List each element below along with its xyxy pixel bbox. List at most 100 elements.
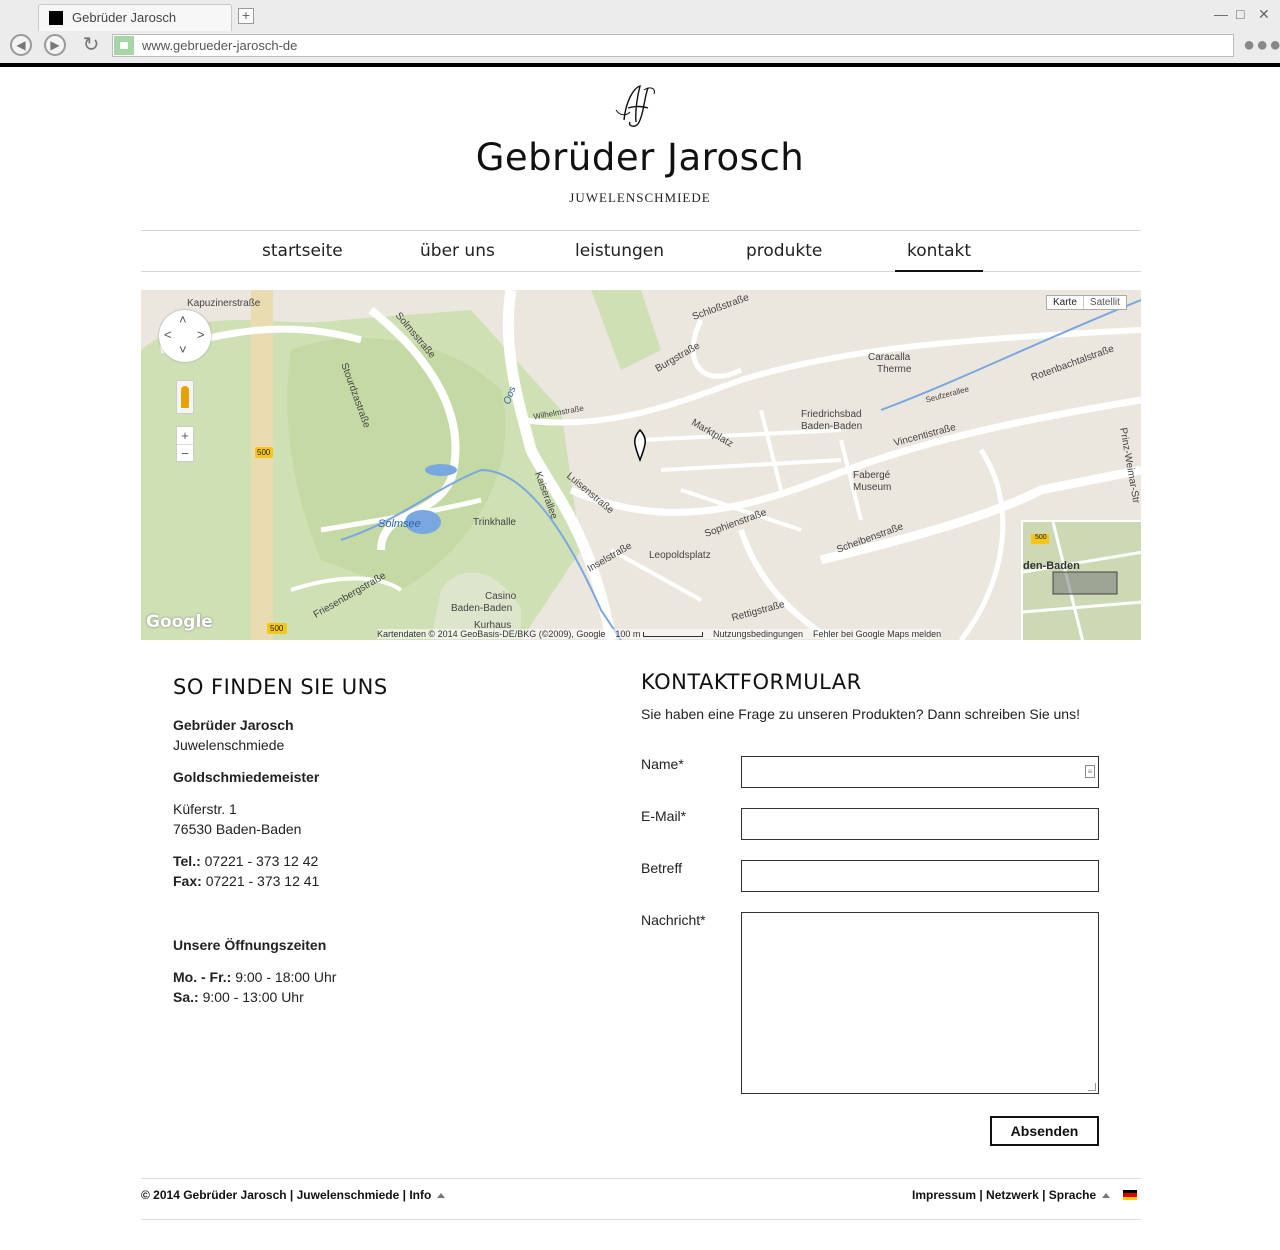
info-heading: SO FINDEN SIE UNS: [173, 675, 388, 699]
nav-leistungen[interactable]: leistungen: [575, 241, 664, 261]
map-terms-link[interactable]: Nutzungsbedingungen: [713, 629, 803, 639]
footer-copyright[interactable]: © 2014 Gebrüder Jarosch | Juwelenschmied…: [141, 1188, 431, 1202]
german-flag-icon[interactable]: [1123, 1190, 1137, 1200]
map-type-satellit[interactable]: Satellit: [1082, 296, 1126, 309]
overview-city-label: den-Baden: [1023, 560, 1080, 572]
email-label: E-Mail*: [641, 808, 687, 824]
map-label: Caracalla: [868, 352, 911, 363]
pan-left-icon[interactable]: <: [164, 327, 172, 342]
map-label: Baden-Baden: [801, 421, 863, 432]
nav-kontakt[interactable]: kontakt: [895, 241, 984, 272]
forward-button[interactable]: ▶: [44, 34, 66, 56]
map-label: Friedrichsbad: [801, 409, 862, 420]
company-subtitle: Juwelenschmiede: [173, 737, 285, 753]
pan-control[interactable]: ˄ ˅ < >: [159, 310, 211, 362]
map-type-karte[interactable]: Karte: [1047, 296, 1083, 309]
hours-heading: Unsere Öffnungszeiten: [173, 937, 327, 953]
overview-route-badge: 500: [1035, 534, 1047, 541]
map-footer: Kartendaten © 2014 GeoBasis-DE/BKG (©200…: [377, 629, 942, 639]
google-logo[interactable]: Google: [146, 612, 213, 632]
browser-tab[interactable]: Gebrüder Jarosch: [38, 4, 232, 31]
hours-weekdays: Mo. - Fr.: 9:00 - 18:00 Uhr: [173, 969, 336, 985]
hours-saturday: Sa.: 9:00 - 13:00 Uhr: [173, 989, 304, 1005]
new-tab-button[interactable]: +: [238, 8, 254, 24]
map-label: Kapuzinerstraße: [187, 298, 261, 309]
subject-field[interactable]: [741, 860, 1099, 892]
route-badge: 500: [270, 624, 284, 633]
zoom-out-button[interactable]: −: [177, 445, 193, 462]
caret-up-icon[interactable]: [437, 1193, 446, 1198]
site-title: Gebrüder Jarosch: [475, 136, 805, 179]
tab-title: Gebrüder Jarosch: [72, 10, 177, 25]
hours-weekdays-value: 9:00 - 18:00 Uhr: [235, 969, 337, 985]
pan-up-icon[interactable]: ˄: [179, 312, 187, 327]
address-city: 76530 Baden-Baden: [173, 821, 302, 837]
pan-down-icon[interactable]: ˅: [179, 342, 187, 357]
fax-number: 07221 - 373 12 41: [205, 873, 320, 889]
map-label: Solmsee: [378, 518, 421, 530]
address-bar[interactable]: www.gebrueder-jarosch-de: [112, 34, 1234, 57]
map-label: Leopoldsplatz: [649, 550, 711, 561]
hours-saturday-label: Sa.:: [173, 989, 199, 1005]
form-intro: Sie haben eine Frage zu unseren Produkte…: [641, 706, 1080, 722]
lock-icon: [114, 36, 134, 55]
reload-icon[interactable]: ↻: [80, 34, 102, 56]
map-attribution: Kartendaten © 2014 GeoBasis-DE/BKG (©200…: [377, 629, 606, 639]
company-title: Goldschmiedemeister: [173, 769, 320, 785]
street-view-pegman-icon[interactable]: [176, 380, 194, 414]
name-label: Name*: [641, 756, 684, 772]
footer-right: Impressum | Netzwerk | Sprache: [912, 1188, 1111, 1202]
nav-ueber-uns[interactable]: über uns: [420, 241, 495, 261]
map-label: Trinkhalle: [473, 517, 516, 528]
autofill-contact-icon[interactable]: ≡: [1085, 765, 1095, 778]
hours-weekdays-label: Mo. - Fr.:: [173, 969, 232, 985]
address-street: Küferstr. 1: [173, 801, 237, 817]
map-label: Baden-Baden: [451, 603, 513, 614]
map-scale: 100 m: [615, 629, 641, 639]
subject-label: Betreff: [641, 860, 682, 876]
message-label: Nachricht*: [641, 912, 706, 928]
email-field[interactable]: [741, 808, 1099, 840]
browser-chrome: Gebrüder Jarosch + — □ ✕ ◀ ▶ ↻ www.gebru…: [0, 0, 1280, 64]
map-label: Casino: [485, 591, 517, 602]
main-navigation: startseite über uns leistungen produkte …: [141, 230, 1141, 272]
name-field[interactable]: ≡: [741, 756, 1099, 788]
map-scale-bar: [642, 632, 703, 638]
map-overview[interactable]: 500 den-Baden: [1021, 520, 1141, 640]
nav-produkte[interactable]: produkte: [746, 241, 822, 261]
menu-dots-icon[interactable]: ●●●: [1243, 34, 1280, 57]
submit-button[interactable]: Absenden: [990, 1116, 1099, 1146]
chrome-divider: [0, 63, 1280, 67]
fax-line: Fax: 07221 - 373 12 41: [173, 873, 319, 889]
back-button[interactable]: ◀: [10, 34, 32, 56]
message-textarea[interactable]: [741, 912, 1099, 1094]
nav-startseite[interactable]: startseite: [262, 241, 343, 261]
url-text: www.gebrueder-jarosch-de: [142, 38, 298, 53]
map-label: Therme: [877, 364, 912, 375]
logo-monogram: [615, 84, 655, 127]
phone-number[interactable]: 07221 - 373 12 42: [205, 853, 319, 869]
map-type-control[interactable]: Karte Satellit: [1046, 295, 1127, 310]
map-label: Museum: [853, 482, 892, 493]
phone-line: Tel.: 07221 - 373 12 42: [173, 853, 318, 869]
footer: © 2014 Gebrüder Jarosch | Juwelenschmied…: [141, 1178, 1141, 1220]
zoom-in-button[interactable]: +: [177, 427, 193, 445]
map-canvas: [141, 290, 1141, 640]
form-heading: KONTAKTFORMULAR: [641, 670, 862, 694]
caret-up-icon[interactable]: [1102, 1193, 1111, 1198]
map-report-link[interactable]: Fehler bei Google Maps melden: [813, 629, 941, 639]
map-label: Fabergé: [853, 470, 891, 481]
phone-label: Tel.:: [173, 853, 201, 869]
company-name: Gebrüder Jarosch: [173, 717, 294, 733]
zoom-control[interactable]: + −: [176, 426, 194, 462]
fax-label: Fax:: [173, 873, 202, 889]
footer-links[interactable]: Impressum | Netzwerk | Sprache: [912, 1188, 1096, 1202]
pan-right-icon[interactable]: >: [197, 327, 205, 342]
favicon-icon: [49, 11, 63, 25]
minimize-icon[interactable]: —: [1214, 6, 1228, 22]
resize-handle-icon[interactable]: [1088, 1083, 1096, 1091]
google-map[interactable]: Kapuzinerstraße Solmsstraße Stourdzastra…: [141, 290, 1141, 640]
close-icon[interactable]: ✕: [1258, 6, 1270, 23]
footer-left: © 2014 Gebrüder Jarosch | Juwelenschmied…: [141, 1188, 446, 1202]
maximize-icon[interactable]: □: [1236, 6, 1244, 22]
